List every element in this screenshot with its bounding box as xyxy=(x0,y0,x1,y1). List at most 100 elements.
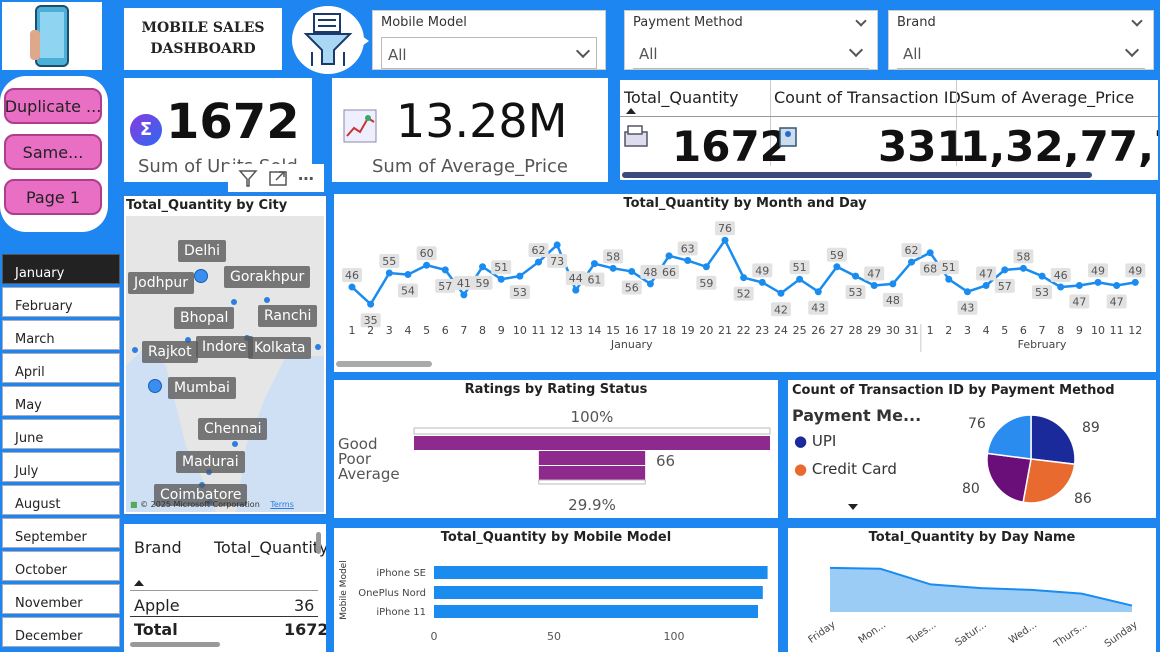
month-item-march[interactable]: March xyxy=(2,320,120,350)
kpi-val2: 331 xyxy=(878,122,966,171)
horizontal-scrollbar[interactable] xyxy=(622,172,1092,178)
month-item-november[interactable]: November xyxy=(2,584,120,614)
line-point xyxy=(945,275,953,283)
payment-method-dropdown[interactable]: All xyxy=(633,37,869,69)
brand-col-header: Brand xyxy=(134,538,182,557)
city-label-rajkot[interactable]: Rajkot xyxy=(142,341,198,363)
month-item-june[interactable]: June xyxy=(2,419,120,449)
slicer-title: Payment Method xyxy=(633,15,743,30)
map-bubble[interactable] xyxy=(148,379,162,393)
month-item-february[interactable]: February xyxy=(2,287,120,317)
brand-slicer[interactable]: Brand All xyxy=(888,10,1154,70)
x-tick-label: 2 xyxy=(945,324,952,337)
bar-category-label: OnePlus Nord xyxy=(358,588,426,599)
data-label: 51 xyxy=(793,261,807,274)
x-tick-label: 13 xyxy=(569,324,583,337)
line-point xyxy=(852,272,860,280)
filter-icon[interactable] xyxy=(238,168,258,188)
x-tick-label: 11 xyxy=(532,324,546,337)
data-label: 41 xyxy=(457,277,471,290)
sort-arrow-icon[interactable] xyxy=(134,580,144,586)
map-bubble[interactable] xyxy=(194,269,208,283)
x-tick-label: Satur... xyxy=(953,619,988,648)
more-options-icon[interactable]: ⋯ xyxy=(298,169,314,188)
map-bubble[interactable] xyxy=(132,347,138,353)
line-point xyxy=(1038,272,1046,280)
x-tick-label: 3 xyxy=(964,324,971,337)
data-label: 68 xyxy=(923,263,937,276)
city-label-mumbai[interactable]: Mumbai xyxy=(168,377,236,399)
map-bubble[interactable] xyxy=(315,344,321,350)
month-item-august[interactable]: August xyxy=(2,485,120,515)
chevron-down-icon xyxy=(575,43,591,59)
line-point xyxy=(777,289,785,297)
terms-link[interactable]: Terms xyxy=(270,500,294,509)
focus-mode-icon[interactable] xyxy=(268,168,288,188)
map-bubble[interactable] xyxy=(231,299,237,305)
line-point xyxy=(702,263,710,271)
city-label-chennai[interactable]: Chennai xyxy=(198,418,268,440)
sigma-icon: Σ xyxy=(130,114,162,146)
data-label: 47 xyxy=(1110,295,1124,308)
x-tick-label: 29 xyxy=(867,324,881,337)
month-item-september[interactable]: September xyxy=(2,518,120,548)
data-label: 55 xyxy=(382,255,396,268)
data-label: 54 xyxy=(401,285,415,298)
data-label: 61 xyxy=(587,274,601,287)
line-point xyxy=(441,266,449,274)
city-label-indore[interactable]: Indore xyxy=(196,336,253,358)
month-item-december[interactable]: December xyxy=(2,617,120,647)
brand-row-name[interactable]: Apple xyxy=(134,596,180,615)
city-label-ranchi[interactable]: Ranchi xyxy=(258,305,318,327)
month-item-may[interactable]: May xyxy=(2,386,120,416)
filter-funnel-button[interactable] xyxy=(292,6,364,74)
kpi-table: Total_Quantity Count of Transaction ID S… xyxy=(620,80,1158,180)
city-label-gorakhpur[interactable]: Gorakhpur xyxy=(224,266,311,288)
duplicate-page-button[interactable]: Duplicate ... xyxy=(4,88,102,124)
slicer-title: Mobile Model xyxy=(381,15,467,30)
pie-label: 76 xyxy=(968,416,986,432)
bar-category-label: iPhone 11 xyxy=(376,607,426,618)
x-tick-label: 0 xyxy=(431,630,438,643)
data-label: 42 xyxy=(774,303,788,316)
chevron-down-icon[interactable] xyxy=(1131,15,1143,27)
brand-dropdown[interactable]: All xyxy=(897,37,1145,69)
city-label-kolkata[interactable]: Kolkata xyxy=(248,337,312,359)
city-label-jodhpur[interactable]: Jodhpur xyxy=(128,272,194,294)
city-label-delhi[interactable]: Delhi xyxy=(178,240,227,262)
funnel-bracket-bottom xyxy=(538,479,646,485)
month-item-january[interactable]: January xyxy=(2,254,120,284)
map-bubble[interactable] xyxy=(264,297,270,303)
qty-col-header: Total_Quantity xyxy=(214,538,326,557)
sort-arrow-icon[interactable] xyxy=(626,108,636,114)
data-label: 62 xyxy=(532,244,546,257)
line-point xyxy=(1057,283,1065,291)
payment-pie-panel: Count of Transaction ID by Payment Metho… xyxy=(788,380,1156,518)
map-bubble[interactable] xyxy=(232,441,238,447)
line-point xyxy=(460,291,468,299)
x-tick-label: 19 xyxy=(681,324,695,337)
vertical-scrollbar[interactable] xyxy=(316,532,321,554)
city-label-madurai[interactable]: Madurai xyxy=(176,451,245,473)
avg-price-card: 13.28M Sum of Average_Price xyxy=(332,78,608,182)
brand-table-panel: Brand Total_Quantity Apple 36 Total 1672 xyxy=(124,524,326,652)
horizontal-scrollbar[interactable] xyxy=(130,642,220,647)
page-1-button[interactable]: Page 1 xyxy=(4,179,102,215)
data-label: 58 xyxy=(1016,250,1030,263)
payment-method-slicer[interactable]: Payment Method All xyxy=(624,10,878,70)
same-page-button[interactable]: Same... xyxy=(4,134,102,170)
month-item-october[interactable]: October xyxy=(2,551,120,581)
mobile-model-dropdown[interactable]: All xyxy=(381,37,597,69)
x-tick-label: 11 xyxy=(1110,324,1124,337)
city-label-bhopal[interactable]: Bhopal xyxy=(174,307,235,329)
chevron-down-icon[interactable] xyxy=(855,15,867,27)
line-point xyxy=(609,264,617,272)
month-item-april[interactable]: April xyxy=(2,353,120,383)
x-tick-label: 100 xyxy=(664,630,685,643)
mobile-model-slicer[interactable]: Mobile Model All xyxy=(372,10,606,70)
month-item-july[interactable]: July xyxy=(2,452,120,482)
x-tick-label: 6 xyxy=(442,324,449,337)
data-label: 47 xyxy=(867,267,881,280)
line-point xyxy=(758,278,766,286)
pie-label: 86 xyxy=(1074,491,1092,507)
